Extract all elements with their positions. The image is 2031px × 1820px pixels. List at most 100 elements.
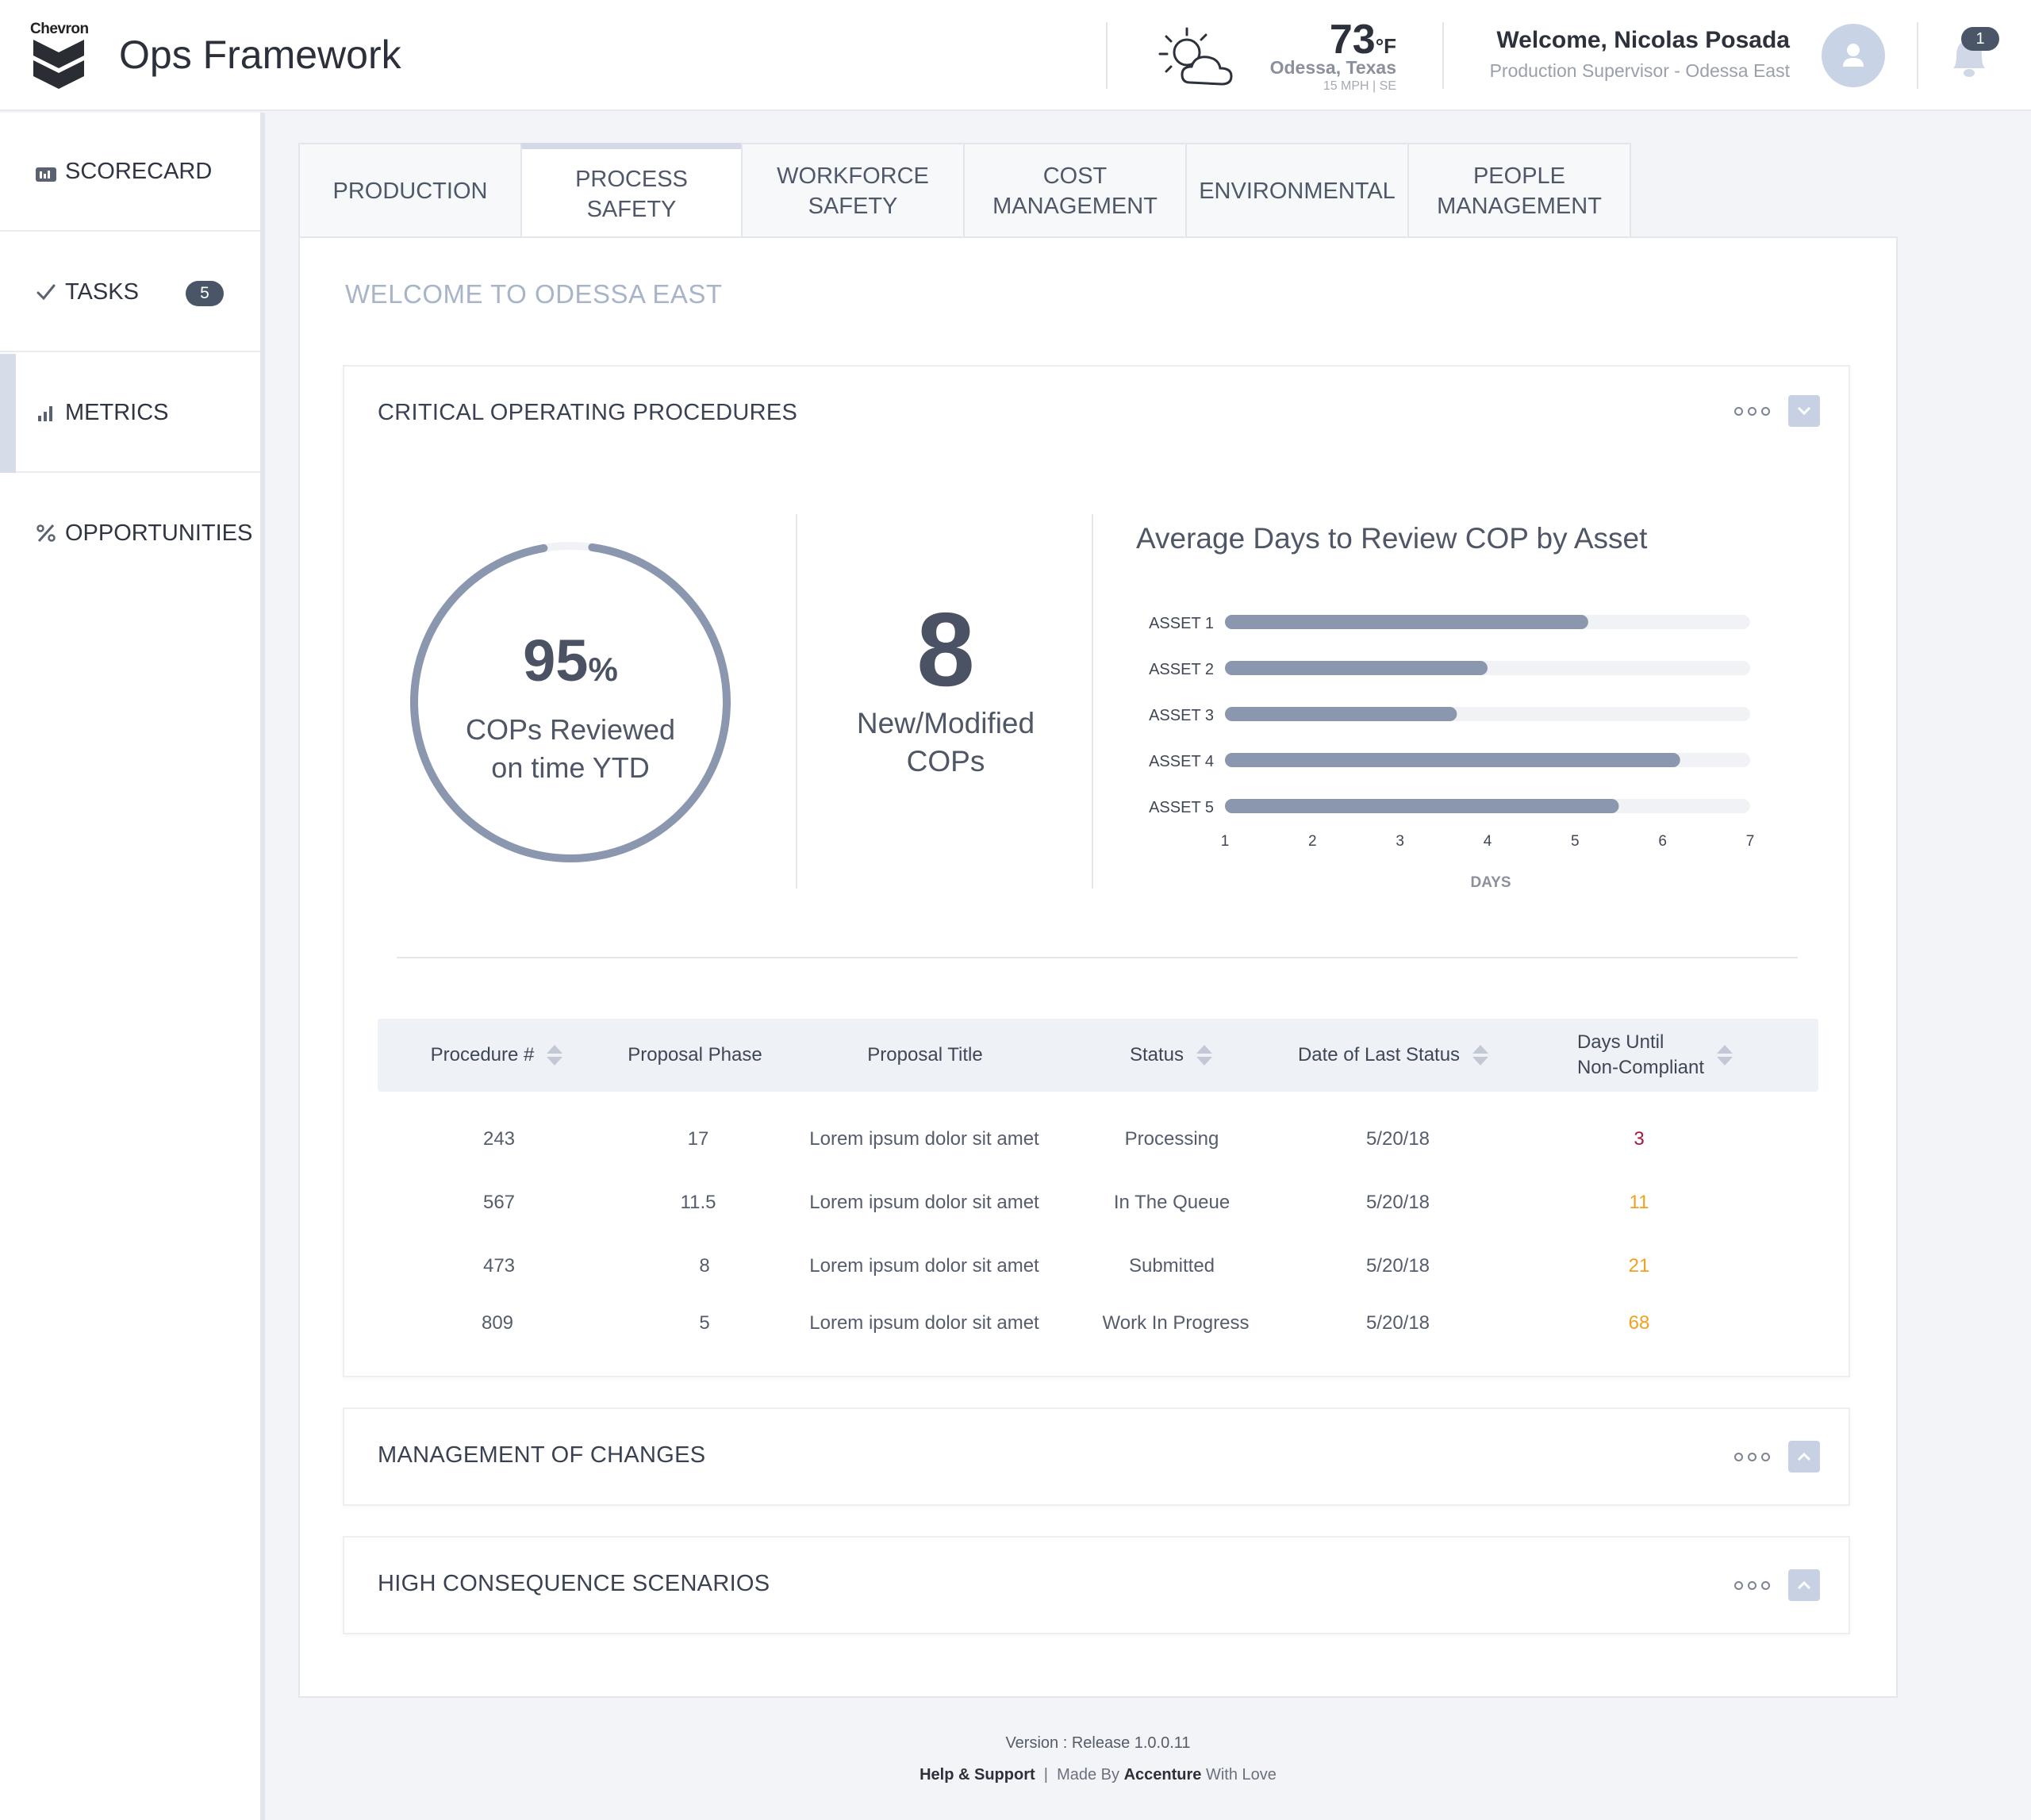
cell-date: 5/20/18 — [1365, 1128, 1430, 1150]
category-label: ASSET 5 — [1149, 799, 1214, 816]
cell-procedure: 567 — [482, 1192, 516, 1213]
cell-phase: 17 — [687, 1128, 709, 1150]
col-label: Status — [1129, 1044, 1184, 1066]
new-cops-label: New/Modified COPs — [797, 705, 1095, 781]
tab-label: PEOPLE — [1472, 163, 1566, 189]
x-tick-label: 7 — [1746, 833, 1755, 850]
kpi-label-line: on time YTD — [491, 751, 650, 784]
x-tick-label: 1 — [1221, 833, 1230, 850]
sidebar-item-tasks[interactable]: TASKS 5 — [0, 233, 260, 352]
cell-title: Lorem ipsum dolor sit amet — [809, 1255, 1039, 1277]
kpi-number: 95 — [523, 628, 589, 693]
cell-status: Work In Progress — [1102, 1312, 1250, 1334]
donut-progress-arc — [410, 542, 731, 862]
tasks-count-badge: 5 — [186, 281, 224, 306]
col-procedure[interactable]: Procedure # — [425, 1019, 568, 1092]
footer-links: Help & Support | Made By Accenture With … — [298, 1766, 1898, 1784]
cell-days: 68 — [1628, 1312, 1650, 1334]
col-status[interactable]: Status — [1092, 1019, 1250, 1092]
x-tick-label: 2 — [1308, 833, 1317, 850]
sort-icon[interactable] — [1717, 1043, 1733, 1067]
temperature-value: 73 — [1329, 17, 1376, 63]
cell-phase: 11.5 — [680, 1192, 716, 1213]
sort-icon[interactable] — [1196, 1043, 1213, 1067]
tab-environmental[interactable]: ENVIRONMENTAL — [1185, 143, 1409, 238]
bar — [1225, 707, 1457, 721]
bar — [1225, 615, 1588, 629]
more-options-icon[interactable] — [1734, 1580, 1772, 1592]
bar — [1225, 799, 1619, 813]
app-title: Ops Framework — [119, 33, 401, 77]
tab-label: PRODUCTION — [332, 179, 488, 204]
sidebar-item-opportunities[interactable]: OPPORTUNITIES — [0, 474, 260, 593]
avg-days-bar-chart: ASSET 1 ASSET 2 ASSET 3 ASSET 4 ASSET 5 1 2 3 4 5… — [1149, 615, 1755, 891]
cell-title: Lorem ipsum dolor sit amet — [809, 1128, 1039, 1150]
count-label-line: COPs — [906, 745, 985, 778]
category-label: ASSET 3 — [1149, 707, 1214, 724]
tab-production[interactable]: PRODUCTION — [298, 143, 522, 238]
sort-icon[interactable] — [547, 1043, 563, 1067]
expand-toggle[interactable] — [1788, 1569, 1820, 1601]
sidebar-item-label: OPPORTUNITIES — [65, 520, 253, 546]
more-options-icon[interactable] — [1734, 406, 1772, 417]
col-label: Non-Compliant — [1576, 1057, 1705, 1078]
x-tick-label: 4 — [1484, 833, 1492, 850]
sidebar-item-metrics[interactable]: METRICS — [0, 354, 260, 473]
cell-status: In The Queue — [1113, 1192, 1231, 1213]
tab-process-safety[interactable]: PROCESS SAFETY — [520, 143, 743, 240]
col-days[interactable]: Days Until Non-Compliant — [1552, 1019, 1758, 1092]
user-role: Production Supervisor - Odessa East — [1489, 60, 1790, 81]
chevron-logo[interactable]: Chevron — [30, 21, 89, 90]
page-title: WELCOME TO ODESSA EAST — [345, 279, 723, 309]
chevron-up-icon — [1797, 1580, 1811, 1590]
x-tick-label: 5 — [1571, 833, 1580, 850]
card-title: MANAGEMENT OF CHANGES — [378, 1442, 706, 1468]
table-header: Procedure # Proposal Phase Proposal Titl… — [378, 1019, 1818, 1092]
x-tick-label: 6 — [1658, 833, 1667, 850]
col-title: Proposal Title — [806, 1019, 1044, 1092]
temperature: 73°F — [1269, 16, 1396, 63]
tab-workforce-safety[interactable]: WORKFORCE SAFETY — [741, 143, 965, 238]
more-options-icon[interactable] — [1734, 1452, 1772, 1463]
chevron-down-icon — [1797, 406, 1811, 416]
tab-label: PROCESS — [575, 167, 688, 192]
check-icon — [36, 284, 56, 301]
sidebar-item-scorecard[interactable]: SCORECARD — [0, 113, 260, 232]
top-header: Chevron Ops Framework 73°F Odessa, Texas… — [0, 0, 2031, 111]
cell-days: 11 — [1629, 1192, 1649, 1213]
hcs-card: HIGH CONSEQUENCE SCENARIOS — [343, 1536, 1850, 1634]
cell-days: 21 — [1628, 1255, 1650, 1277]
collapse-toggle[interactable] — [1788, 395, 1820, 427]
category-label: ASSET 4 — [1149, 753, 1214, 770]
col-phase: Proposal Phase — [616, 1019, 774, 1092]
avatar[interactable] — [1822, 24, 1885, 87]
x-axis-label: DAYS — [1470, 874, 1511, 891]
expand-toggle[interactable] — [1788, 1441, 1820, 1473]
col-date[interactable]: Date of Last Status — [1274, 1019, 1512, 1092]
bar — [1225, 661, 1488, 675]
sort-icon[interactable] — [1472, 1043, 1489, 1067]
card-title: CRITICAL OPERATING PROCEDURES — [378, 400, 798, 425]
temperature-unit: °F — [1375, 34, 1396, 58]
tab-label: SAFETY — [808, 194, 898, 219]
chevron-up-icon — [1797, 1452, 1811, 1461]
tab-people-management[interactable]: PEOPLE MANAGEMENT — [1407, 143, 1631, 238]
sidebar: SCORECARD TASKS 5 METRICS OPPORTUNITIES — [0, 113, 265, 1820]
bar-chart-icon — [38, 406, 52, 421]
cell-procedure: 473 — [482, 1255, 516, 1277]
tab-cost-management[interactable]: COST MANAGEMENT — [963, 143, 1187, 238]
cell-phase: 8 — [699, 1255, 710, 1277]
col-label: Days Until — [1576, 1031, 1664, 1053]
sidebar-item-label: TASKS — [65, 279, 139, 305]
cop-reviewed-donut — [410, 542, 731, 862]
tab-label: SAFETY — [586, 197, 677, 222]
col-label: Procedure # — [430, 1044, 535, 1066]
weather-city: Odessa, Texas — [1269, 57, 1396, 78]
help-support-link[interactable]: Help & Support — [920, 1766, 1035, 1784]
company-name: Accenture — [1123, 1766, 1202, 1784]
header-divider — [1106, 22, 1108, 89]
sidebar-item-label: METRICS — [65, 400, 169, 425]
user-icon — [1843, 44, 1864, 67]
notification-badge[interactable]: 1 — [1961, 27, 1999, 51]
category-label: ASSET 2 — [1149, 661, 1214, 678]
